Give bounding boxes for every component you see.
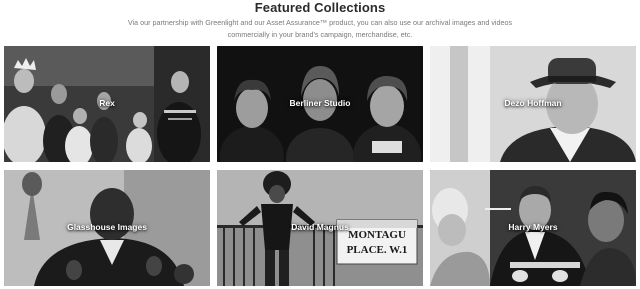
collection-label: David Magnus bbox=[291, 222, 349, 232]
collection-card-david-magnus[interactable]: MONTAGU PLACE. W.1 David Magnus bbox=[217, 170, 423, 286]
collection-card-berliner-studio[interactable]: Berliner Studio bbox=[217, 46, 423, 162]
collection-label: Berliner Studio bbox=[289, 98, 351, 108]
collection-card-rex[interactable]: Rex bbox=[4, 46, 210, 162]
collection-label: Harry Myers bbox=[508, 222, 558, 232]
street-sign-line2: PLACE. W.1 bbox=[346, 244, 408, 256]
collection-card-dezo-hoffman[interactable]: Dezo Hoffman bbox=[430, 46, 636, 162]
collection-label: Glasshouse Images bbox=[67, 222, 147, 232]
collection-label: Dezo Hoffman bbox=[504, 98, 562, 108]
collection-card-harry-myers[interactable]: Harry Myers bbox=[430, 170, 636, 286]
collection-label: Rex bbox=[99, 98, 115, 108]
collections-grid: Rex Berliner Studio Dezo Hoffman Glassho… bbox=[0, 0, 640, 289]
collection-card-glasshouse-images[interactable]: Glasshouse Images bbox=[4, 170, 210, 286]
street-sign: MONTAGU PLACE. W.1 bbox=[337, 228, 417, 264]
